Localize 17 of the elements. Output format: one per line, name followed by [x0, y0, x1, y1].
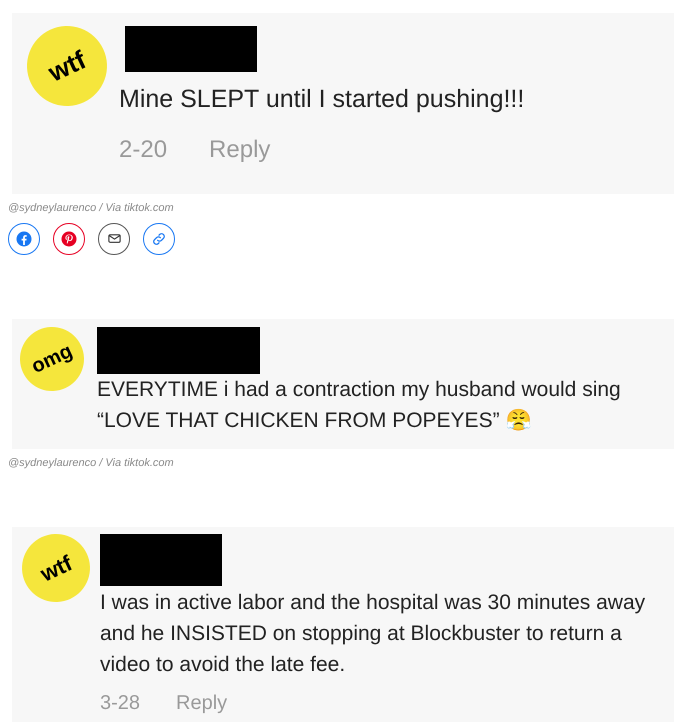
image-credit: @sydneylaurenco / Via tiktok.com — [8, 456, 175, 470]
mail-icon — [106, 231, 122, 246]
pinterest-share-button[interactable] — [53, 222, 85, 254]
facebook-share-button[interactable] — [8, 222, 40, 254]
comment-text: I was in active labor and the hospital was 30 minutes away and he INSISTED on stopping at Blockbuster to return a video to avoid the late fee. — [100, 590, 646, 678]
reply-link[interactable]: Reply — [176, 691, 228, 715]
link-icon — [151, 230, 167, 246]
comment-text: Mine SLEPT until I started pushing!!! — [119, 85, 524, 113]
reply-link[interactable]: Reply — [209, 136, 270, 164]
comment-text: EVERYTIME i had a contraction my husband would sing “LOVE THAT CHICKEN FROM POPEYES” 😤 — [97, 376, 622, 434]
link-share-button[interactable] — [143, 222, 175, 254]
image-credit: @sydneylaurenco / Via tiktok.com — [8, 201, 175, 216]
pinterest-icon — [60, 230, 78, 248]
comment-date: 3-28 — [100, 691, 140, 715]
facebook-icon — [15, 230, 33, 248]
mail-share-button[interactable] — [98, 222, 130, 254]
comment-date: 2-20 — [119, 136, 168, 164]
